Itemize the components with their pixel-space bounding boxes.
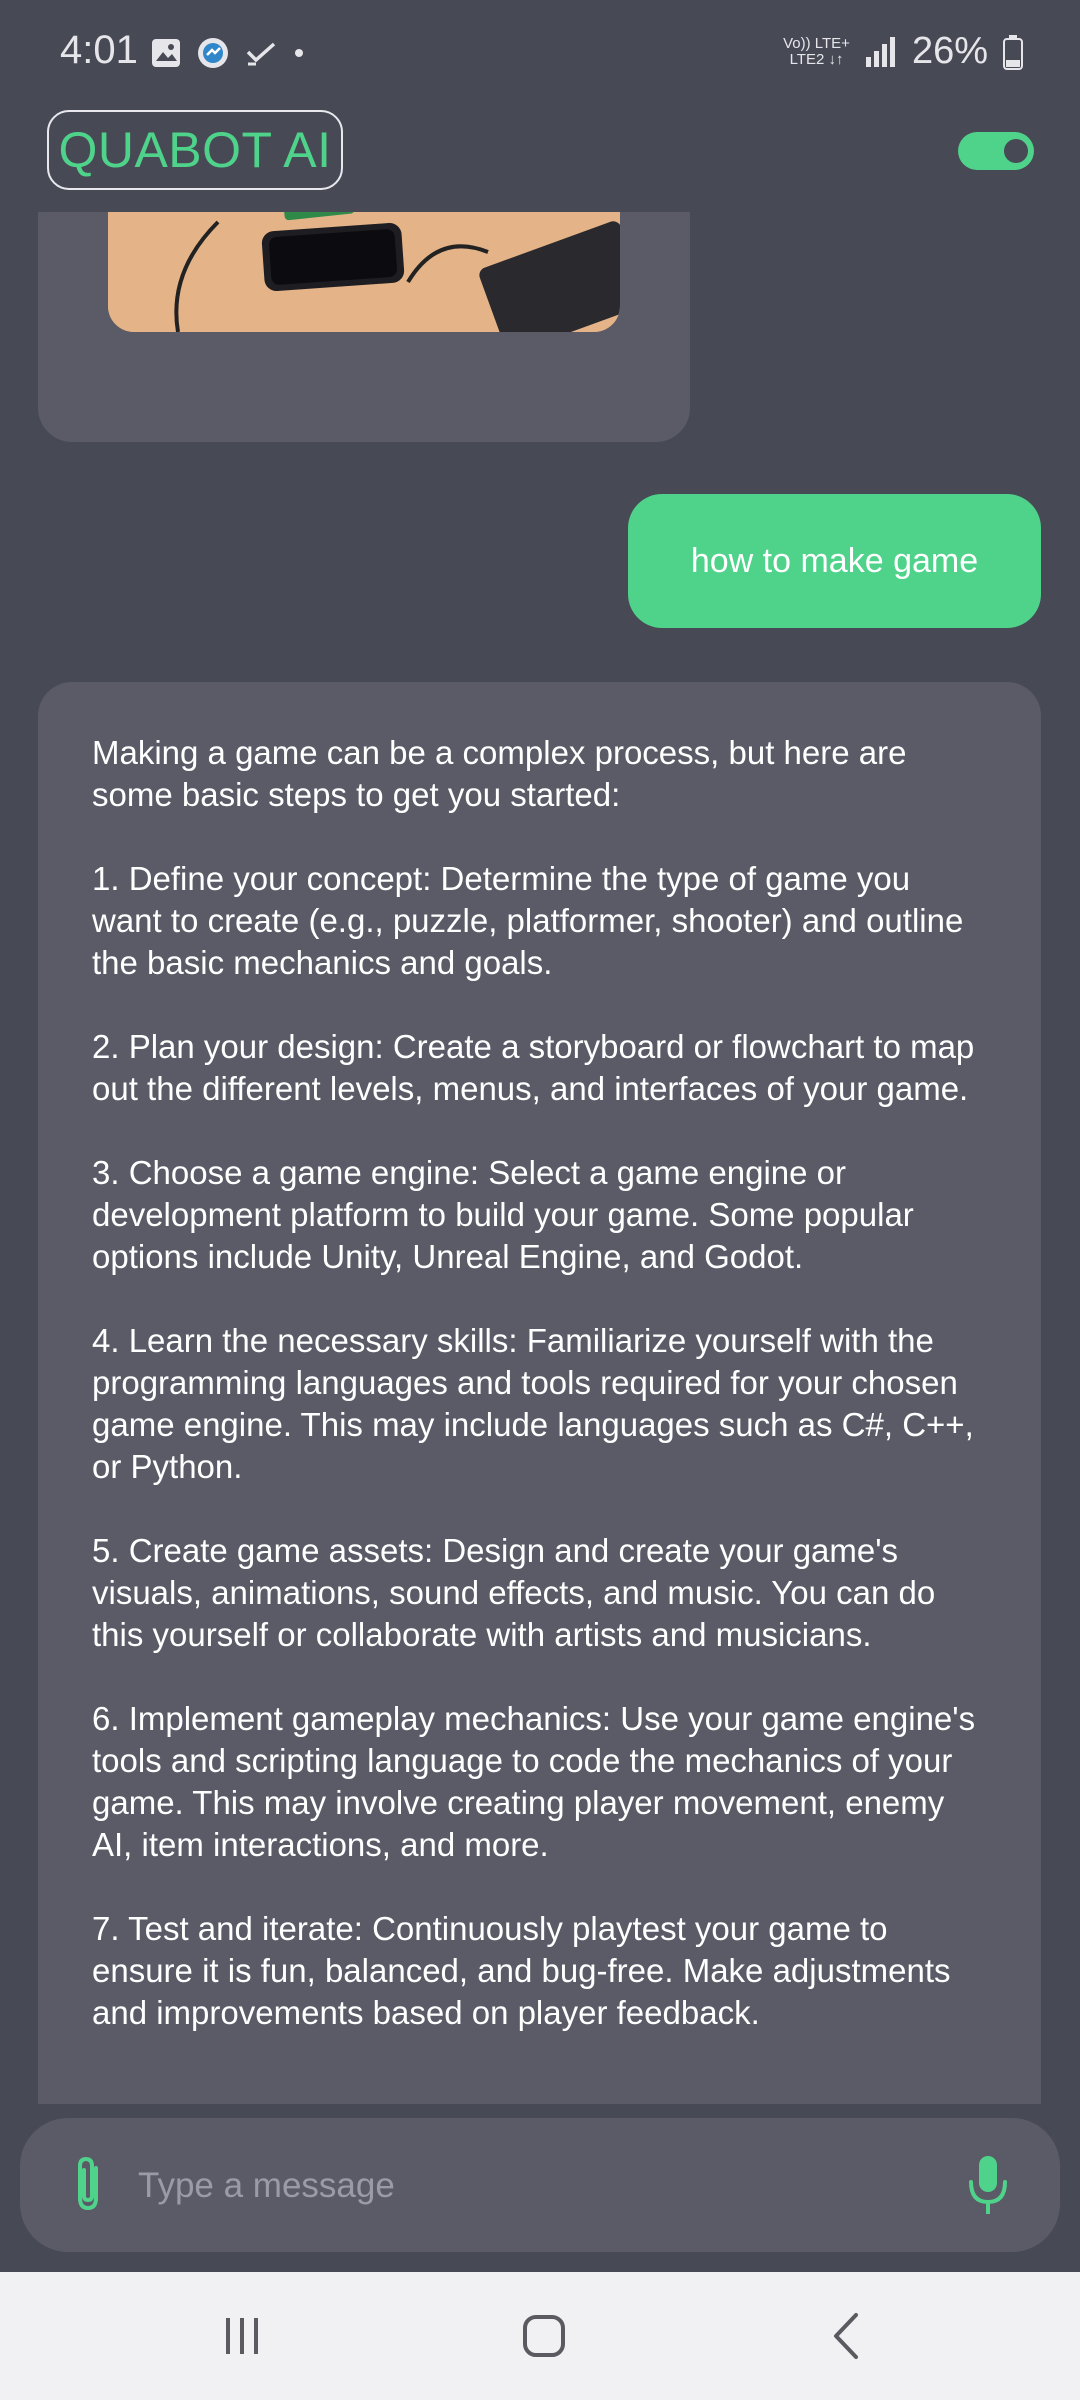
back-button[interactable] <box>786 2272 906 2400</box>
signal-icon <box>865 36 895 67</box>
bot-image-message <box>38 212 690 442</box>
user-message-text: how to make game <box>690 541 979 580</box>
reply-paragraph: 1. Define your concept: Determine the ty… <box>92 860 964 981</box>
app-notification-icon <box>198 38 228 68</box>
reply-paragraph: 4. Learn the necessary skills: Familiari… <box>92 1322 974 1485</box>
paperclip-icon[interactable] <box>68 2154 108 2214</box>
message-input[interactable] <box>136 2152 940 2220</box>
microphone-icon[interactable] <box>966 2154 1010 2218</box>
mode-toggle[interactable] <box>958 132 1034 170</box>
chat-list[interactable]: how to make game Making a game can be a … <box>0 212 1080 2104</box>
back-icon <box>834 2313 858 2359</box>
home-button[interactable] <box>484 2272 604 2400</box>
gallery-icon <box>152 39 180 67</box>
home-icon <box>523 2315 565 2357</box>
battery-percent: 26% <box>911 30 988 72</box>
reply-paragraph: 7. Test and iterate: Continuously playte… <box>92 1910 951 2031</box>
message-photo[interactable] <box>108 212 620 332</box>
network-top-label: Vo)) LTE+ <box>783 34 850 52</box>
network-bottom-label: LTE2 ↓↑ <box>789 50 844 68</box>
system-icons: Vo)) LTE+ LTE2 ↓↑ 26% <box>783 30 1024 73</box>
bot-text-message: Making a game can be a complex process, … <box>38 682 1041 2104</box>
recent-apps-button[interactable] <box>182 2272 302 2400</box>
user-message: how to make game <box>628 494 1041 628</box>
reply-paragraph: 2. Plan your design: Create a storyboard… <box>92 1028 975 1107</box>
reply-paragraph: 6. Implement gameplay mechanics: Use you… <box>92 1700 976 1863</box>
notification-icons <box>150 36 306 70</box>
reply-paragraph: 3. Choose a game engine: Select a game e… <box>92 1154 914 1275</box>
system-nav-bar <box>0 2272 1080 2400</box>
more-notifications-dot-icon <box>295 49 303 57</box>
battery-icon <box>1003 34 1023 70</box>
status-time: 4:01 <box>60 28 138 72</box>
check-notification-icon <box>246 42 276 66</box>
reply-paragraph: 5. Create game assets: Design and create… <box>92 1532 936 1653</box>
reply-paragraph: Making a game can be a complex process, … <box>92 734 907 813</box>
app-title: QUABOT AI <box>47 110 343 190</box>
message-composer <box>20 2118 1060 2252</box>
status-bar: 4:01 Vo)) LTE+ LTE2 ↓↑ 26% <box>0 0 1080 105</box>
network-indicator: Vo)) LTE+ LTE2 ↓↑ <box>783 34 850 68</box>
recent-apps-icon <box>226 2318 258 2354</box>
photo-illustration <box>108 212 620 332</box>
